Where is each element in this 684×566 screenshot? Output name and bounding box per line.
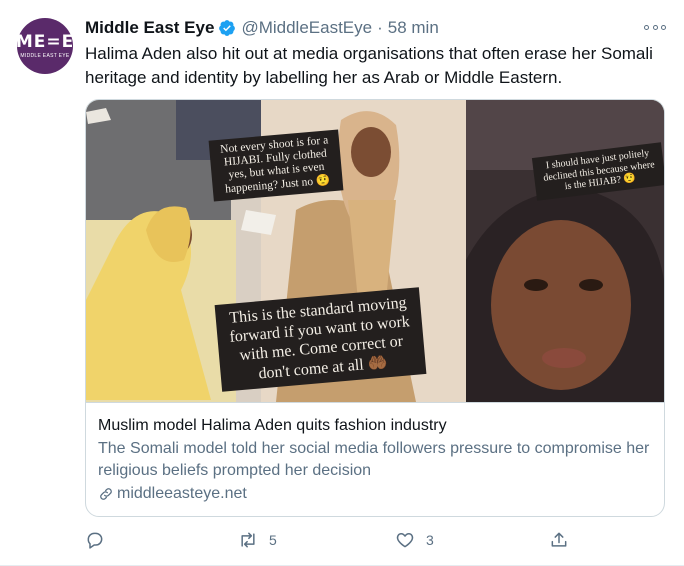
display-name[interactable]: Middle East Eye [85,17,214,39]
card-body[interactable]: Muslim model Halima Aden quits fashion i… [86,402,664,516]
card-image[interactable]: Not every shoot is for a HIJABI. Fully c… [86,100,664,402]
tweet-actions: 5 3 [85,530,585,554]
retweet-count: 5 [269,532,277,548]
card-title: Muslim model Halima Aden quits fashion i… [98,417,447,434]
collage-quote-3: This is the standard moving forward if y… [214,287,427,392]
retweet-icon [241,532,255,548]
timestamp[interactable]: 58 min [388,17,439,39]
retweet-button[interactable]: 5 [238,530,277,550]
handle[interactable]: @MiddleEastEye [241,17,372,39]
heart-icon [396,533,414,548]
card-description: The Somali model told her social media f… [98,440,650,479]
share-button[interactable] [549,530,569,550]
card-domain-text: middleeasteye.net [117,485,247,502]
avatar[interactable]: ME=E MIDDLE EAST EYE [15,18,75,74]
reply-icon [87,532,103,549]
tweet-text: Halima Aden also hit out at media organi… [85,44,653,87]
tweet[interactable]: ME=E MIDDLE EAST EYE Middle East Eye @Mi… [0,0,684,566]
avatar-logo-subtext: MIDDLE EAST EYE [20,52,70,59]
more-options-icon[interactable] [644,18,666,36]
collage-quote-1: Not every shoot is for a HIJABI. Fully c… [208,129,344,202]
reply-button[interactable] [85,530,105,550]
card-domain: middleeasteye.net [98,483,654,505]
separator-dot: · [377,18,383,37]
like-button[interactable]: 3 [395,530,434,550]
tweet-header: Middle East Eye @MiddleEastEye · 58 min [85,17,439,39]
avatar-logo-text: ME=E [15,31,75,52]
like-count: 3 [426,532,434,548]
link-icon [98,486,114,502]
link-card[interactable]: Not every shoot is for a HIJABI. Fully c… [85,99,665,517]
verified-badge-icon [218,19,236,37]
share-icon [551,532,567,547]
